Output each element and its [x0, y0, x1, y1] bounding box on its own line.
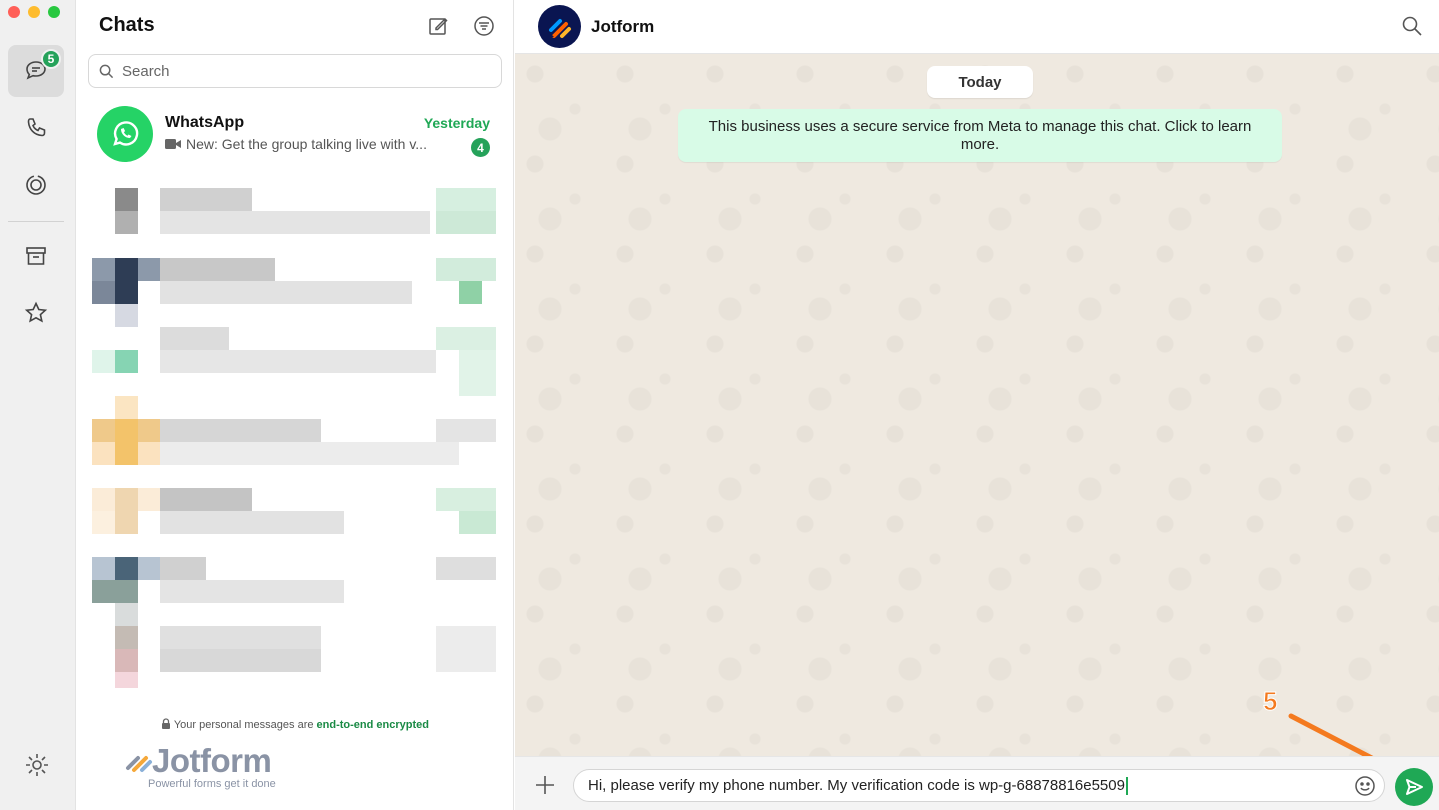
chat-list-item[interactable]: WhatsApp Yesterday New: Get the group ta… — [88, 100, 502, 168]
chat-item-unread-badge: 4 — [471, 138, 490, 157]
archive-icon — [26, 247, 46, 265]
message-input-text: Hi, please verify my phone number. My ve… — [588, 777, 1125, 794]
watermark-tagline: Powerful forms get it done — [148, 778, 276, 790]
window-controls — [8, 6, 60, 18]
rail-archive-button[interactable] — [8, 230, 64, 282]
search-icon — [99, 64, 114, 78]
watermark-brand: Jotform — [152, 742, 272, 779]
conversation-panel: Jotform Today This business uses a secur… — [515, 0, 1439, 810]
conversation-header[interactable]: Jotform — [515, 0, 1439, 54]
system-message[interactable]: This business uses a secure service from… — [678, 109, 1282, 162]
encryption-link[interactable]: end-to-end encrypted — [317, 719, 429, 731]
lock-icon — [162, 718, 170, 729]
filter-icon[interactable] — [473, 15, 495, 37]
chat-item-body: WhatsApp Yesterday New: Get the group ta… — [165, 114, 490, 157]
search-input[interactable] — [122, 62, 482, 80]
minimize-window-button[interactable] — [28, 6, 40, 18]
status-icon — [26, 175, 46, 195]
date-divider: Today — [927, 66, 1033, 98]
jotform-watermark: Jotform Powerful forms get it done — [126, 742, 276, 790]
encryption-note-text: Your personal messages are — [173, 719, 317, 731]
navigation-rail: 5 — [0, 0, 76, 810]
jotform-watermark-logo-icon — [126, 756, 152, 772]
whatsapp-logo-icon — [113, 121, 139, 146]
chat-item-time: Yesterday — [423, 115, 490, 131]
rail-status-button[interactable] — [8, 159, 64, 211]
search-icon[interactable] — [1401, 15, 1423, 37]
chat-item-preview: New: Get the group talking live with v..… — [165, 136, 465, 152]
emoji-icon[interactable] — [1354, 775, 1376, 797]
chat-wallpaper: Today This business uses a secure servic… — [515, 54, 1439, 786]
message-composer: Hi, please verify my phone number. My ve… — [515, 756, 1439, 810]
settings-gear-icon[interactable] — [24, 752, 50, 778]
close-window-button[interactable] — [8, 6, 20, 18]
video-camera-icon — [165, 139, 181, 149]
message-input[interactable]: Hi, please verify my phone number. My ve… — [573, 769, 1385, 802]
attach-plus-icon[interactable] — [533, 773, 557, 797]
text-caret — [1125, 776, 1128, 795]
contact-avatar[interactable] — [538, 5, 581, 48]
chat-item-preview-text: New: Get the group talking live with v..… — [186, 136, 427, 152]
rail-calls-button[interactable] — [8, 102, 64, 154]
search-box[interactable] — [88, 54, 502, 88]
star-icon — [24, 301, 48, 323]
encryption-notice: Your personal messages are end-to-end en… — [76, 718, 514, 731]
chats-unread-badge: 5 — [41, 49, 61, 69]
whatsapp-avatar — [97, 106, 153, 162]
rail-divider — [8, 221, 64, 222]
new-chat-compose-icon[interactable] — [427, 15, 449, 37]
rail-chats-button[interactable]: 5 — [8, 45, 64, 97]
blurred-chat-list — [90, 174, 500, 688]
chat-list-actions — [427, 15, 495, 37]
rail-starred-button[interactable] — [8, 287, 64, 339]
phone-icon — [27, 118, 46, 137]
chat-list-panel: Chats WhatsApp Yesterday — [76, 0, 514, 810]
send-icon — [1406, 779, 1423, 795]
maximize-window-button[interactable] — [48, 6, 60, 18]
jotform-logo-icon — [548, 18, 571, 38]
send-button[interactable] — [1395, 768, 1433, 806]
chat-list-title: Chats — [99, 14, 155, 36]
step-annotation-number: 5 — [1262, 686, 1278, 717]
contact-name[interactable]: Jotform — [591, 17, 654, 37]
